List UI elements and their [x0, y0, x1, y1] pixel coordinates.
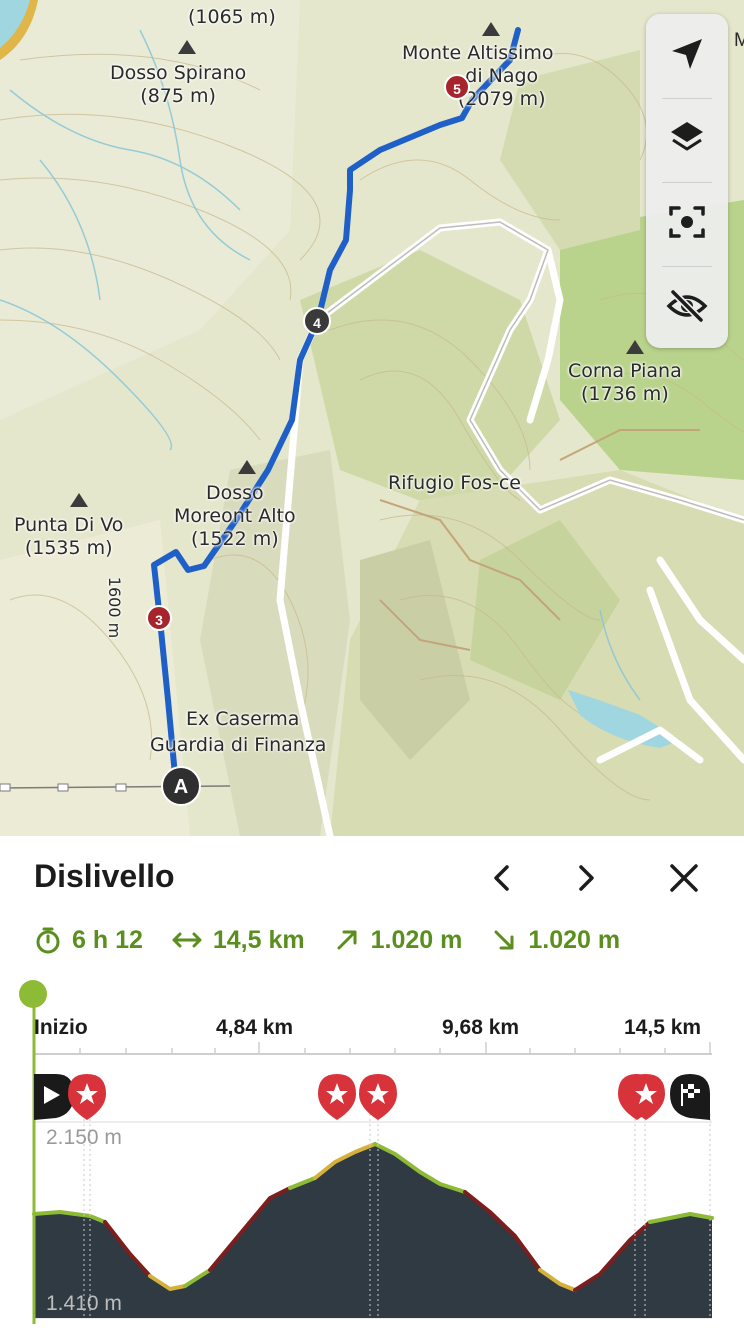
elevation-profile[interactable]: Inizio 4,84 km 9,68 km 14,5 km 2.150 m 1…: [0, 944, 744, 1334]
place-label-caserma-2: Guardia di Finanza: [150, 734, 327, 756]
hide-icon: [666, 289, 708, 323]
peak-label-1065: (1065 m): [188, 6, 276, 29]
peak-icon: [482, 22, 500, 36]
previous-button[interactable]: [484, 860, 520, 896]
chevron-left-icon: [494, 865, 509, 891]
peak-icon: [70, 493, 88, 507]
peak-name: Corna Piana: [568, 360, 682, 382]
peak-elevation: (1522 m): [190, 528, 279, 550]
x-tick-2: 9,68 km: [442, 1016, 520, 1039]
layers-button[interactable]: [646, 98, 728, 178]
star-marker-1[interactable]: [68, 1074, 106, 1120]
next-button[interactable]: [568, 860, 604, 896]
close-icon: [670, 864, 698, 892]
panel-title: Dislivello: [34, 858, 175, 894]
peak-elevation: (875 m): [140, 85, 216, 107]
star-marker-3[interactable]: [359, 1074, 397, 1120]
waypoint-4[interactable]: 4: [303, 307, 331, 335]
hide-overlay-button[interactable]: [646, 266, 728, 346]
waypoint-5[interactable]: 5: [444, 74, 470, 100]
peak-icon: [626, 340, 644, 354]
place-label-caserma: Ex Caserma: [186, 708, 300, 730]
peak-name: Dosso Spirano: [110, 62, 247, 84]
peak-label-monte-altissimo: Monte Altissimo di Nago (2079 m): [402, 42, 553, 111]
x-tick-1: 4,84 km: [216, 1016, 294, 1039]
peak-elevation: (1535 m): [24, 537, 113, 559]
elev-min-label: 1.410 m: [46, 1292, 122, 1315]
profile-cursor-handle[interactable]: [19, 980, 47, 1008]
peak-label-punta-di-vo: Punta Di Vo (1535 m): [14, 514, 123, 560]
peak-name: Punta Di Vo: [14, 514, 124, 536]
start-point-marker[interactable]: A: [161, 766, 201, 806]
peak-icon: [178, 40, 196, 54]
peak-label-dosso-spirano: Dosso Spirano (875 m): [110, 62, 246, 108]
peak-elevation: di Nago: [465, 65, 539, 87]
locate-button[interactable]: [646, 14, 728, 94]
map-controls: [646, 14, 728, 348]
x-tick-start: Inizio: [34, 1016, 88, 1039]
star-marker-2[interactable]: [318, 1074, 356, 1120]
x-tick-3: 14,5 km: [624, 1016, 702, 1039]
contour-label: 1600 m: [105, 576, 125, 639]
peak-elevation: Moreont Alto: [174, 505, 296, 527]
peak-name: (1065 m): [188, 6, 276, 28]
close-button[interactable]: [666, 860, 702, 896]
map-terrain: [0, 0, 744, 836]
focus-icon: [669, 206, 705, 238]
peak-elevation: (2079 m): [457, 88, 546, 110]
waypoint-3[interactable]: 3: [146, 605, 172, 631]
map-view[interactable]: (1065 m) Dosso Spirano (875 m) Monte Alt…: [0, 0, 744, 836]
chevron-right-icon: [579, 865, 594, 891]
peak-label-corna-piana: Corna Piana (1736 m): [568, 360, 682, 406]
peak-name: Monte Altissimo: [402, 42, 554, 64]
cut-off-label: M: [734, 30, 744, 51]
profile-area: [34, 1144, 712, 1318]
elev-max-label: 2.150 m: [46, 1126, 122, 1149]
focus-button[interactable]: [646, 182, 728, 262]
finish-flag-marker[interactable]: [670, 1074, 710, 1120]
x-axis-ticks: [79, 1042, 711, 1054]
peak-label-dosso-moreont: Dosso Moreont Alto (1522 m): [174, 482, 296, 551]
place-label-rifugio: Rifugio Fos-ce: [388, 472, 521, 494]
star-marker-4[interactable]: [618, 1074, 665, 1120]
peak-name: Dosso: [205, 482, 264, 504]
peak-icon: [238, 460, 256, 474]
start-flag-marker[interactable]: [34, 1074, 74, 1120]
navigate-icon: [672, 39, 702, 69]
peak-elevation: (1736 m): [581, 383, 669, 405]
layers-icon: [671, 122, 703, 151]
